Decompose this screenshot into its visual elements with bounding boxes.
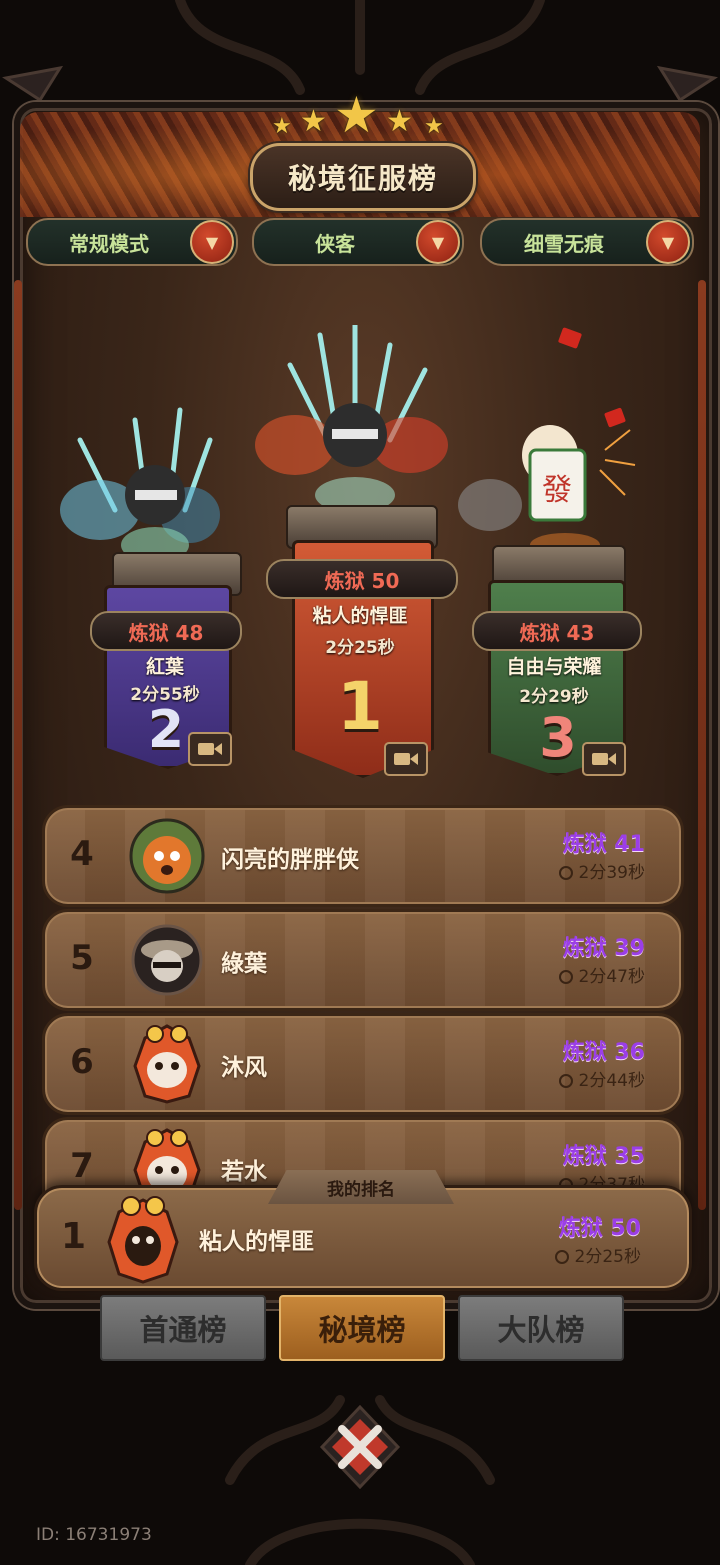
star-icon: ★ <box>300 104 327 139</box>
clock-icon <box>558 1074 573 1088</box>
clear-time: 2分39秒 <box>558 858 645 883</box>
rank-number: 1 <box>337 668 383 745</box>
clear-time: 2分29秒 <box>519 687 589 707</box>
player-name: 粘人的悍匪 <box>312 605 408 627</box>
table-row[interactable]: 6 沐风 炼狱 36 2分44秒 <box>42 1013 684 1115</box>
page-title: 秘境征服榜 <box>287 162 438 195</box>
player-name: 綠葉 <box>221 951 267 977</box>
video-camera-icon <box>198 743 222 755</box>
svg-text:發: 發 <box>542 473 572 508</box>
tab-squad[interactable]: 大队榜 <box>458 1295 624 1361</box>
frame-accent-right <box>698 280 706 1210</box>
avatar <box>133 1024 201 1104</box>
star-icon: ★ <box>386 104 413 139</box>
table-row[interactable]: 5 綠葉 炼狱 39 2分47秒 <box>42 909 684 1011</box>
my-rank-tab-label: 我的排名 <box>268 1170 454 1204</box>
tab-first-clear[interactable]: 首通榜 <box>100 1295 266 1361</box>
star-icon: ★ <box>424 114 444 139</box>
star-icon: ★ <box>334 86 379 144</box>
level-label: 炼狱 50 <box>266 559 458 599</box>
player-name: 自由与荣耀 <box>506 656 602 678</box>
table-row[interactable]: 4 闪亮的胖胖侠 炼狱 41 2分39秒 <box>42 805 684 907</box>
avatar <box>131 924 203 996</box>
player-id: ID: 16731973 <box>36 1525 152 1545</box>
close-button[interactable] <box>318 1405 402 1489</box>
level-label: 炼狱 43 <box>472 611 642 651</box>
level-label: 炼狱 36 <box>562 1040 645 1065</box>
clear-time: 2分47秒 <box>558 962 645 987</box>
replay-video-button[interactable] <box>384 742 428 776</box>
frame-accent-left <box>14 280 22 1210</box>
level-label: 炼狱 35 <box>562 1144 645 1169</box>
filter-mode-dropdown[interactable]: 常规模式 ▼ <box>26 218 238 266</box>
filter-skin-dropdown[interactable]: 细雪无痕 ▼ <box>480 218 694 266</box>
player-name: 若水 <box>221 1159 267 1185</box>
avatar <box>129 818 205 894</box>
rank-number: 7 <box>70 1146 94 1186</box>
clock-icon <box>558 866 573 880</box>
chevron-down-icon[interactable]: ▼ <box>190 220 234 264</box>
clear-time: 2分25秒 <box>554 1242 641 1267</box>
tab-secret-realm[interactable]: 秘境榜 <box>279 1295 445 1361</box>
star-icon: ★ <box>272 114 292 139</box>
rank-number: 6 <box>70 1042 94 1082</box>
hero-figure-3: 發 <box>458 425 636 557</box>
level-label: 炼狱 50 <box>558 1216 641 1241</box>
avatar <box>107 1196 179 1284</box>
level-label: 炼狱 41 <box>562 832 645 857</box>
level-label: 炼狱 48 <box>90 611 242 651</box>
filter-mode-label: 常规模式 <box>69 231 149 256</box>
rank-number: 3 <box>539 706 577 769</box>
level-label: 炼狱 39 <box>562 936 645 961</box>
clear-time: 2分44秒 <box>558 1066 645 1091</box>
filter-class-dropdown[interactable]: 侠客 ▼ <box>252 218 464 266</box>
hero-figure-1 <box>255 325 448 513</box>
replay-video-button[interactable] <box>582 742 626 776</box>
hero-figure-2 <box>60 407 220 563</box>
video-camera-icon <box>592 753 616 765</box>
clock-icon <box>554 1250 569 1264</box>
player-name: 闪亮的胖胖侠 <box>221 847 359 873</box>
filter-class-label: 侠客 <box>315 231 355 256</box>
clear-time: 2分25秒 <box>325 638 395 658</box>
player-name: 紅葉 <box>145 656 184 678</box>
replay-video-button[interactable] <box>188 732 232 766</box>
rank-number: 5 <box>70 938 94 978</box>
star-rating-decoration: ★ ★ ★ ★ ★ <box>270 86 450 144</box>
page-title-plate: 秘境征服榜 <box>250 143 476 211</box>
rank-number: 4 <box>70 834 94 874</box>
player-name: 沐风 <box>221 1055 267 1081</box>
player-name: 粘人的悍匪 <box>199 1229 314 1255</box>
video-camera-icon <box>394 753 418 765</box>
chevron-down-icon[interactable]: ▼ <box>416 220 460 264</box>
filter-skin-label: 细雪无痕 <box>524 231 604 256</box>
chevron-down-icon[interactable]: ▼ <box>646 220 690 264</box>
rank-number: 1 <box>61 1216 87 1257</box>
clock-icon <box>558 970 573 984</box>
